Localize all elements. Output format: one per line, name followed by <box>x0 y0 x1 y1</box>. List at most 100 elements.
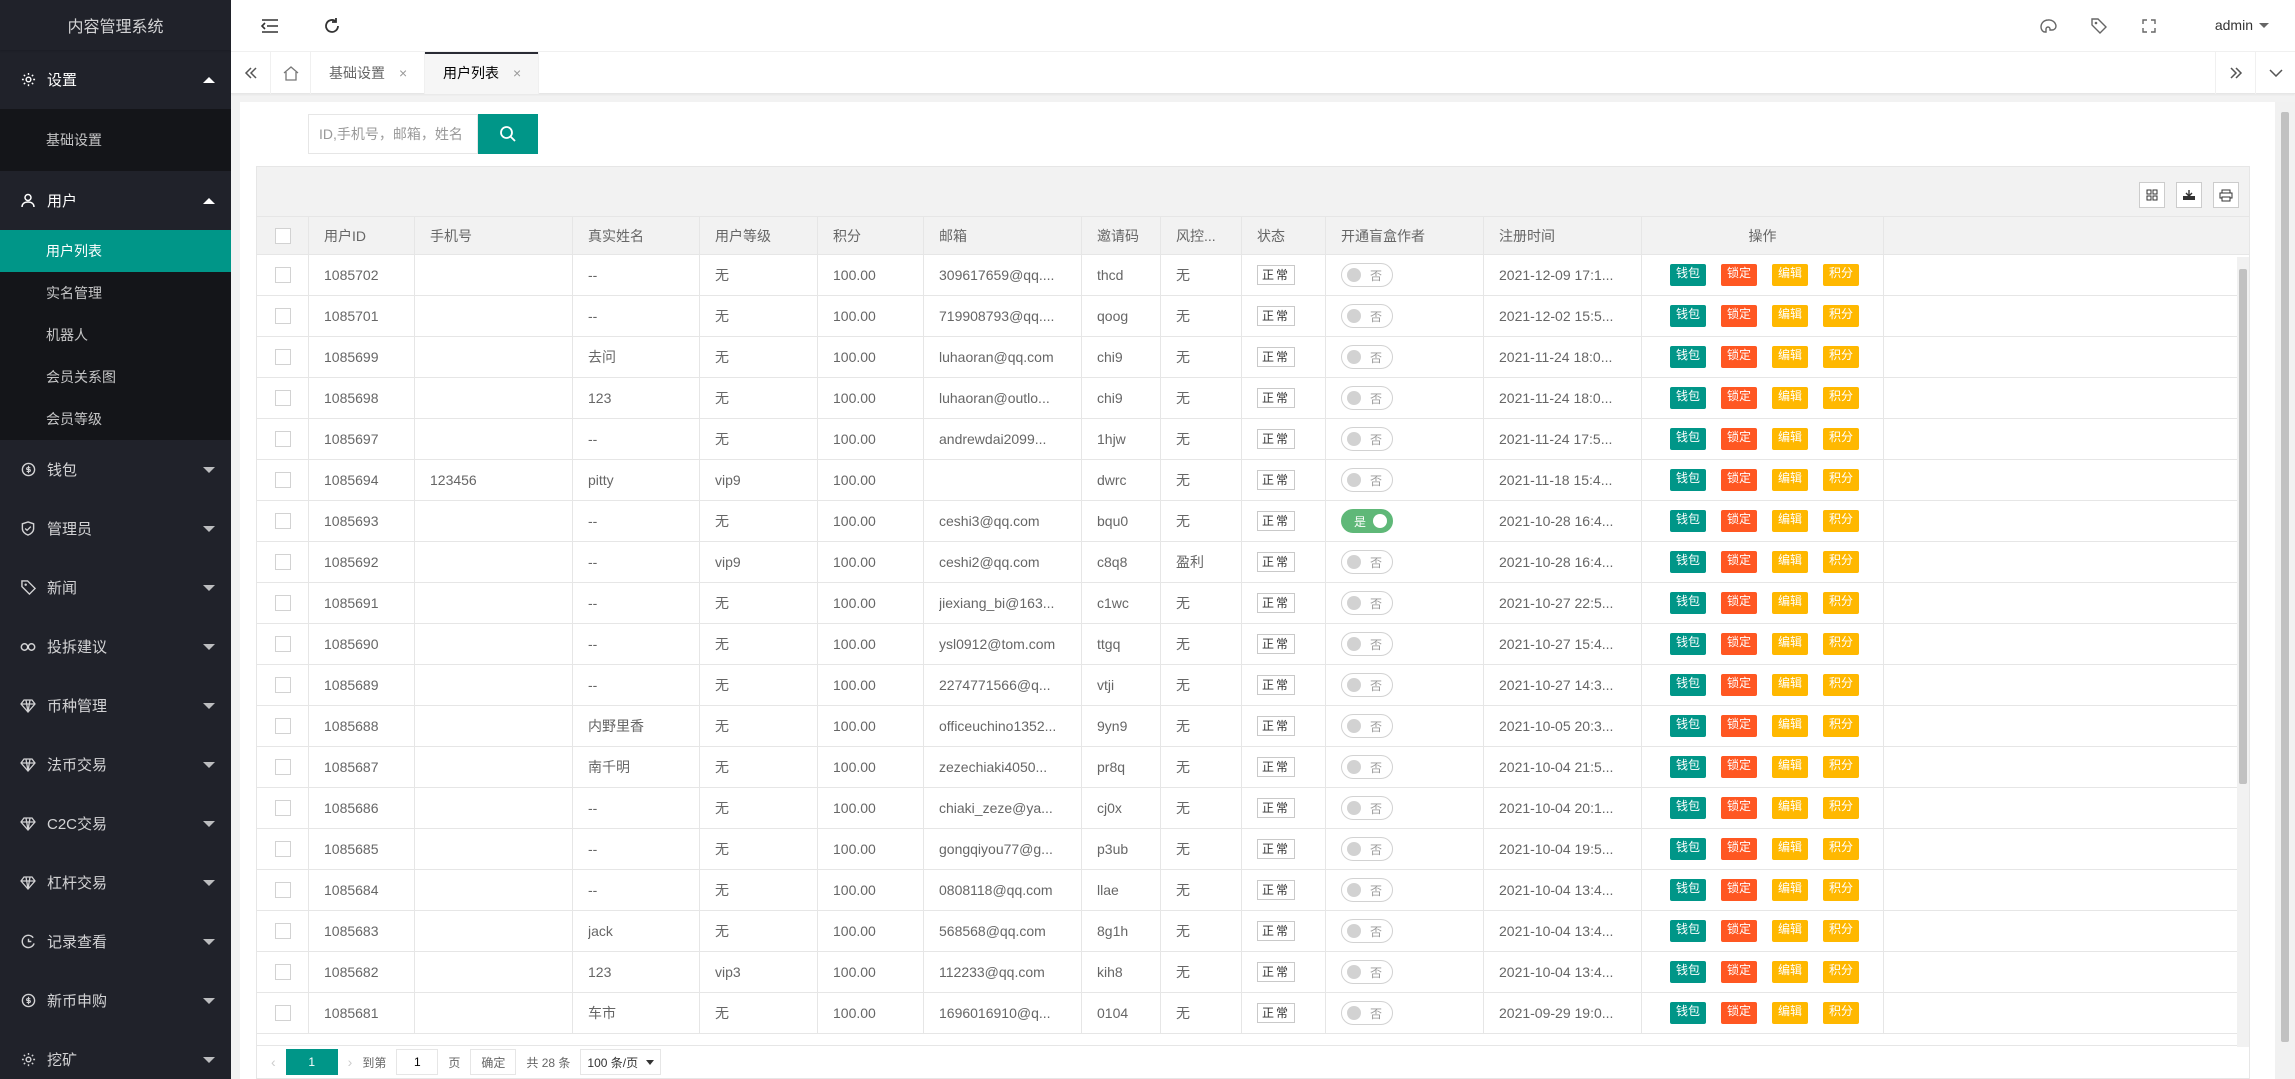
sidebar-group-title[interactable]: 用户 <box>0 171 231 230</box>
sidebar-item[interactable]: 用户列表 <box>0 230 231 272</box>
select-all-checkbox[interactable] <box>274 227 291 244</box>
sidebar-group-title[interactable]: 管理员 <box>0 499 231 558</box>
row-checkbox[interactable] <box>274 841 291 857</box>
action-button-0[interactable]: 钱包 <box>1670 510 1707 532</box>
row-checkbox[interactable] <box>274 1005 291 1021</box>
sidebar-group-title[interactable]: 法币交易 <box>0 735 231 794</box>
action-button-0[interactable]: 钱包 <box>1670 756 1707 778</box>
row-checkbox[interactable] <box>274 800 291 816</box>
action-button-0[interactable]: 钱包 <box>1670 469 1707 491</box>
action-button-1[interactable]: 锁定 <box>1721 920 1758 942</box>
action-button-3[interactable]: 积分 <box>1823 346 1860 368</box>
action-button-2[interactable]: 编辑 <box>1772 756 1809 778</box>
action-button-1[interactable]: 锁定 <box>1721 879 1758 901</box>
action-button-2[interactable]: 编辑 <box>1772 961 1809 983</box>
action-button-3[interactable]: 积分 <box>1823 633 1860 655</box>
table-row[interactable]: 1085699 去问 无 100.00 luhaoran@qq.com chi9 无 正常 否 2… <box>257 337 2249 378</box>
sidebar-item[interactable]: 机器人 <box>0 314 231 356</box>
export-icon[interactable] <box>2176 182 2202 208</box>
table-row[interactable]: 1085684 -- 无 100.00 0808118@qq.com llae 无 正常 否 20… <box>257 870 2249 911</box>
action-button-2[interactable]: 编辑 <box>1772 346 1809 368</box>
action-button-1[interactable]: 锁定 <box>1721 305 1758 327</box>
action-button-0[interactable]: 钱包 <box>1670 715 1707 737</box>
column-header[interactable]: 风控... <box>1161 217 1242 254</box>
print-icon[interactable] <box>2213 182 2239 208</box>
table-row[interactable]: 1085688 内野里香 无 100.00 officeuchino1352... 9yn… <box>257 706 2249 747</box>
box-author-toggle[interactable]: 否 <box>1341 386 1393 410</box>
menu-toggle-icon[interactable] <box>259 15 281 37</box>
box-author-toggle[interactable]: 否 <box>1341 796 1393 820</box>
action-button-3[interactable]: 积分 <box>1823 551 1860 573</box>
column-header[interactable]: 用户等级 <box>700 217 818 254</box>
close-icon[interactable]: × <box>399 65 407 81</box>
box-author-toggle[interactable]: 否 <box>1341 345 1393 369</box>
page-number[interactable]: 1 <box>285 1049 338 1075</box>
sidebar-group-title[interactable]: 投拆建议 <box>0 617 231 676</box>
box-author-toggle[interactable]: 否 <box>1341 878 1393 902</box>
goto-confirm-button[interactable]: 确定 <box>470 1049 517 1075</box>
action-button-1[interactable]: 锁定 <box>1721 510 1758 532</box>
action-button-2[interactable]: 编辑 <box>1772 387 1809 409</box>
action-button-1[interactable]: 锁定 <box>1721 1002 1758 1024</box>
action-button-1[interactable]: 锁定 <box>1721 592 1758 614</box>
action-button-2[interactable]: 编辑 <box>1772 838 1809 860</box>
box-author-toggle[interactable]: 否 <box>1341 673 1393 697</box>
page-size-select[interactable]: 100 条/页 <box>580 1049 662 1075</box>
action-button-3[interactable]: 积分 <box>1823 920 1860 942</box>
scroll-thumb[interactable] <box>2239 269 2247 784</box>
column-header[interactable]: 真实姓名 <box>573 217 700 254</box>
action-button-1[interactable]: 锁定 <box>1721 961 1758 983</box>
action-button-3[interactable]: 积分 <box>1823 428 1860 450</box>
sidebar-group-title[interactable]: 杠杆交易 <box>0 853 231 912</box>
row-checkbox[interactable] <box>274 267 291 283</box>
action-button-0[interactable]: 钱包 <box>1670 961 1707 983</box>
row-checkbox[interactable] <box>274 554 291 570</box>
table-row[interactable]: 1085697 -- 无 100.00 andrewdai2099... 1hjw 无 正常 否… <box>257 419 2249 460</box>
action-button-3[interactable]: 积分 <box>1823 797 1860 819</box>
box-author-toggle[interactable]: 否 <box>1341 468 1393 492</box>
box-author-toggle[interactable]: 否 <box>1341 304 1393 328</box>
action-button-0[interactable]: 钱包 <box>1670 346 1707 368</box>
row-checkbox[interactable] <box>274 595 291 611</box>
prev-page-icon[interactable]: ‹ <box>271 1054 276 1070</box>
box-author-toggle[interactable]: 否 <box>1341 919 1393 943</box>
box-author-toggle[interactable]: 是 <box>1341 509 1393 533</box>
columns-filter-icon[interactable] <box>2139 182 2165 208</box>
tab-basic-settings[interactable]: 基础设置 × <box>311 52 425 94</box>
action-button-2[interactable]: 编辑 <box>1772 305 1809 327</box>
row-checkbox[interactable] <box>274 677 291 693</box>
box-author-toggle[interactable]: 否 <box>1341 837 1393 861</box>
action-button-0[interactable]: 钱包 <box>1670 797 1707 819</box>
action-button-0[interactable]: 钱包 <box>1670 838 1707 860</box>
column-header[interactable]: 邀请码 <box>1082 217 1161 254</box>
sidebar-group-title[interactable]: 设置 <box>0 50 231 109</box>
sidebar-group-title[interactable]: 新币申购 <box>0 971 231 1030</box>
action-button-1[interactable]: 锁定 <box>1721 346 1758 368</box>
action-button-1[interactable]: 锁定 <box>1721 715 1758 737</box>
action-button-2[interactable]: 编辑 <box>1772 510 1809 532</box>
row-checkbox[interactable] <box>274 513 291 529</box>
action-button-1[interactable]: 锁定 <box>1721 551 1758 573</box>
row-checkbox[interactable] <box>274 964 291 980</box>
sidebar-item[interactable]: 基础设置 <box>0 109 231 171</box>
table-row[interactable]: 1085692 -- vip9 100.00 ceshi2@qq.com c8q8 盈利 正常… <box>257 542 2249 583</box>
tag-icon[interactable] <box>2088 15 2110 37</box>
row-checkbox[interactable] <box>274 923 291 939</box>
table-row[interactable]: 1085690 -- 无 100.00 ysl0912@tom.com ttgq 无 正常 否 2… <box>257 624 2249 665</box>
action-button-2[interactable]: 编辑 <box>1772 1002 1809 1024</box>
search-button[interactable] <box>478 114 538 154</box>
sidebar-group-title[interactable]: 币种管理 <box>0 676 231 735</box>
table-row[interactable]: 1085693 -- 无 100.00 ceshi3@qq.com bqu0 无 正常 是 202… <box>257 501 2249 542</box>
column-header[interactable]: 操作 <box>1642 217 1884 254</box>
action-button-1[interactable]: 锁定 <box>1721 469 1758 491</box>
action-button-3[interactable]: 积分 <box>1823 387 1860 409</box>
box-author-toggle[interactable]: 否 <box>1341 755 1393 779</box>
fullscreen-icon[interactable] <box>2138 15 2160 37</box>
row-checkbox[interactable] <box>274 759 291 775</box>
action-button-3[interactable]: 积分 <box>1823 264 1860 286</box>
table-scrollbar[interactable] <box>2237 257 2249 1047</box>
action-button-1[interactable]: 锁定 <box>1721 428 1758 450</box>
tabs-menu-chevron-down-icon[interactable] <box>2255 52 2295 94</box>
row-checkbox[interactable] <box>274 472 291 488</box>
table-row[interactable]: 1085686 -- 无 100.00 chiaki_zeze@ya... cj0x 无 正常… <box>257 788 2249 829</box>
